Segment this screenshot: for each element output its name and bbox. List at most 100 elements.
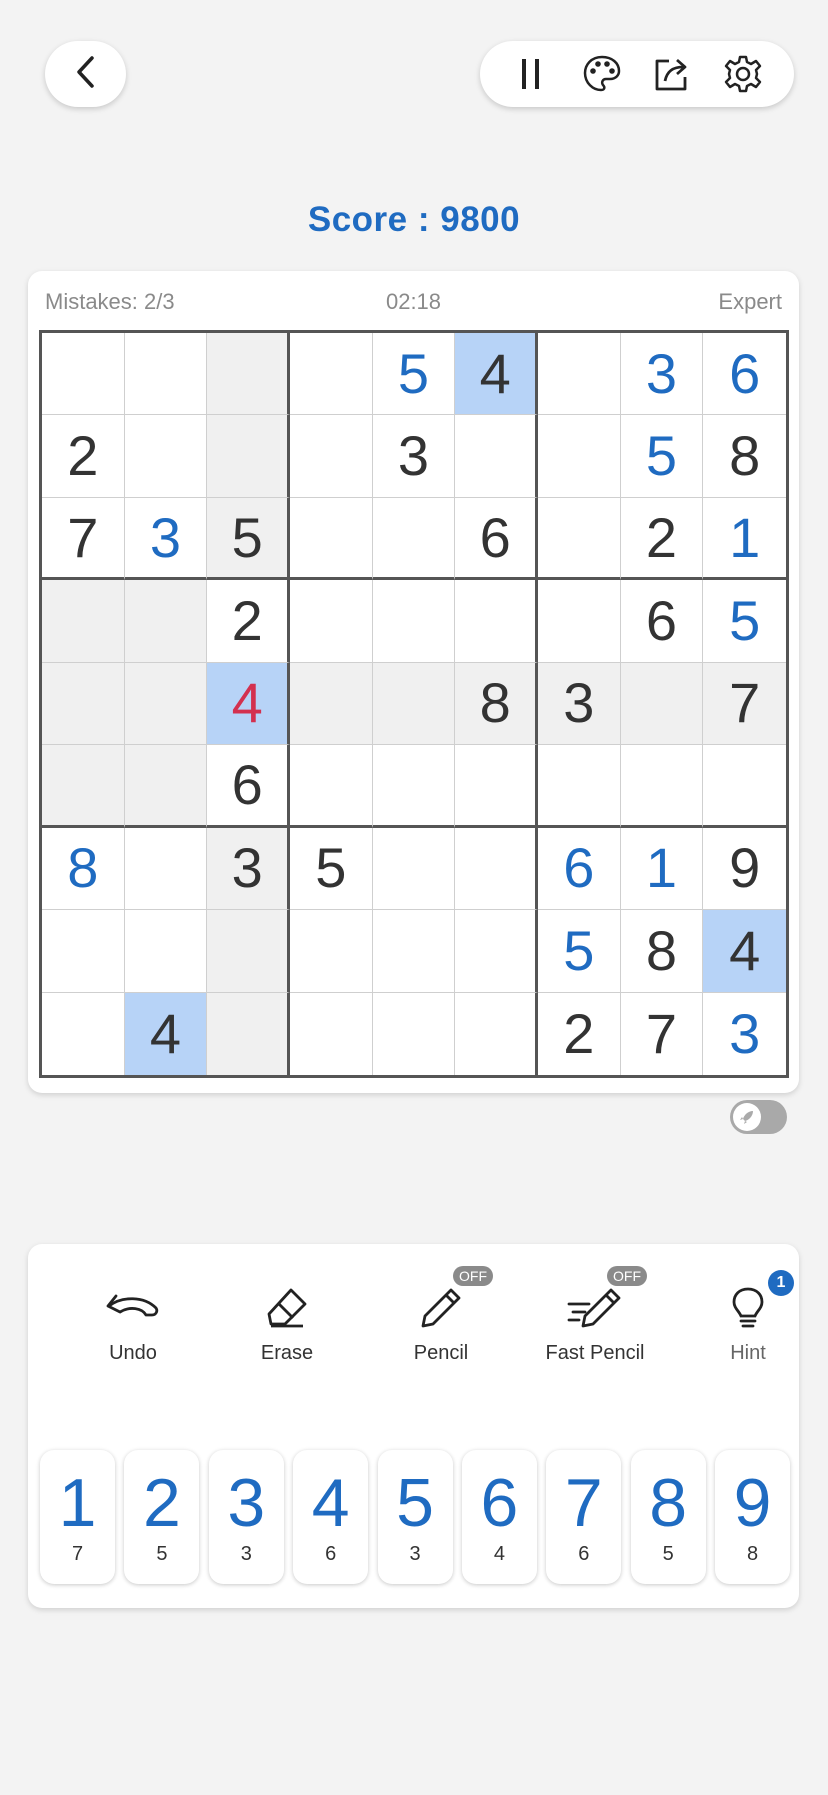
grid-cell[interactable] (207, 910, 290, 993)
grid-cell[interactable] (620, 745, 704, 828)
gear-icon[interactable] (719, 50, 767, 98)
share-icon[interactable] (648, 50, 696, 98)
grid-cell[interactable]: 1 (620, 827, 704, 911)
grid-cell[interactable]: 5 (620, 415, 704, 498)
grid-cell[interactable] (124, 662, 208, 746)
grid-cell[interactable]: 8 (42, 827, 125, 911)
grid-cell[interactable]: 7 (703, 662, 786, 746)
grid-cell[interactable] (289, 910, 373, 993)
grid-cell[interactable] (42, 662, 125, 746)
grid-cell[interactable] (289, 662, 373, 746)
grid-cell[interactable]: 2 (42, 415, 125, 498)
grid-cell[interactable]: 4 (703, 910, 786, 993)
grid-cell[interactable] (289, 497, 373, 581)
grid-cell[interactable] (372, 745, 456, 828)
undo-button[interactable]: Undo (58, 1272, 208, 1382)
grid-cell[interactable] (455, 415, 538, 498)
grid-cell[interactable] (42, 580, 125, 663)
grid-cell[interactable] (124, 333, 208, 416)
number-key-4[interactable]: 46 (293, 1450, 369, 1584)
grid-cell[interactable] (124, 580, 208, 663)
grid-cell[interactable] (372, 497, 456, 581)
grid-cell[interactable]: 7 (621, 992, 704, 1075)
number-key-3[interactable]: 33 (208, 1450, 284, 1584)
number-key-1[interactable]: 17 (40, 1450, 115, 1584)
grid-cell[interactable]: 9 (703, 828, 786, 911)
grid-cell[interactable]: 3 (124, 497, 208, 581)
grid-cell[interactable] (537, 333, 621, 416)
grid-cell[interactable] (455, 910, 538, 993)
grid-cell[interactable]: 5 (207, 497, 290, 581)
grid-cell[interactable] (372, 580, 456, 663)
fast-pencil-button[interactable]: OFF Fast Pencil (520, 1266, 670, 1382)
grid-cell[interactable] (289, 745, 373, 828)
grid-cell[interactable]: 6 (455, 497, 538, 581)
grid-cell[interactable]: 5 (289, 827, 373, 911)
grid-cell[interactable] (455, 745, 538, 828)
grid-cell[interactable]: 4 (207, 662, 290, 746)
grid-cell[interactable] (373, 992, 456, 1075)
palette-icon[interactable] (578, 50, 626, 98)
grid-cell[interactable] (372, 910, 456, 993)
grid-cell[interactable] (207, 333, 290, 416)
grid-cell[interactable] (42, 745, 125, 828)
back-button[interactable] (45, 41, 126, 107)
grid-cell[interactable] (124, 415, 208, 498)
grid-cell[interactable]: 8 (703, 415, 786, 498)
grid-cell[interactable]: 3 (537, 662, 621, 746)
number-key-2[interactable]: 25 (124, 1450, 200, 1584)
number-key-7[interactable]: 76 (546, 1450, 622, 1584)
pencil-button[interactable]: OFF Pencil (366, 1266, 516, 1382)
grid-cell[interactable] (455, 827, 538, 911)
grid-cell[interactable] (537, 497, 621, 581)
erase-button[interactable]: Erase (212, 1272, 362, 1382)
number-key-9[interactable]: 98 (715, 1450, 790, 1584)
grid-cell[interactable] (372, 662, 456, 746)
grid-cell[interactable] (537, 415, 621, 498)
grid-cell[interactable]: 3 (372, 415, 456, 498)
number-key-6[interactable]: 64 (461, 1450, 537, 1584)
grid-cell[interactable] (290, 992, 373, 1075)
grid-cell[interactable]: 4 (124, 992, 208, 1075)
grid-cell[interactable] (124, 745, 208, 828)
grid-cell[interactable] (124, 827, 208, 911)
grid-cell[interactable]: 5 (703, 580, 786, 663)
pause-icon[interactable] (507, 50, 555, 98)
grid-cell[interactable]: 2 (207, 580, 290, 663)
grid-cell[interactable]: 5 (537, 910, 621, 993)
grid-cell[interactable]: 8 (455, 662, 538, 746)
grid-cell[interactable] (372, 827, 456, 911)
grid-cell[interactable] (42, 910, 125, 993)
number-key-8[interactable]: 85 (630, 1450, 706, 1584)
grid-cell[interactable]: 5 (372, 333, 456, 416)
grid-cell[interactable] (42, 333, 125, 416)
grid-cell[interactable] (620, 662, 704, 746)
grid-cell[interactable]: 2 (620, 497, 704, 581)
grid-cell[interactable]: 6 (207, 745, 290, 828)
grid-cell[interactable] (537, 580, 621, 663)
grid-cell[interactable] (207, 415, 290, 498)
grid-cell[interactable]: 3 (703, 993, 786, 1075)
grid-cell[interactable]: 3 (207, 827, 290, 911)
rocket-toggle[interactable] (730, 1100, 787, 1134)
grid-cell[interactable] (703, 745, 786, 828)
grid-cell[interactable]: 6 (620, 580, 704, 663)
grid-cell[interactable]: 3 (620, 333, 704, 416)
grid-cell[interactable] (289, 415, 373, 498)
grid-cell[interactable]: 8 (620, 910, 704, 993)
grid-cell[interactable]: 2 (538, 992, 621, 1075)
grid-cell[interactable]: 7 (42, 497, 125, 581)
hint-button[interactable]: 1 Hint (673, 1270, 823, 1382)
grid-cell[interactable] (42, 992, 125, 1075)
grid-cell[interactable] (455, 992, 538, 1075)
grid-cell[interactable] (207, 992, 290, 1075)
grid-cell[interactable] (289, 333, 373, 416)
grid-cell[interactable] (124, 910, 208, 993)
number-key-5[interactable]: 53 (377, 1450, 453, 1584)
grid-cell[interactable]: 1 (703, 498, 786, 581)
grid-cell[interactable] (289, 580, 373, 663)
grid-cell[interactable] (455, 580, 538, 663)
grid-cell[interactable]: 4 (455, 333, 538, 416)
grid-cell[interactable]: 6 (537, 827, 621, 911)
grid-cell[interactable]: 6 (703, 333, 786, 416)
